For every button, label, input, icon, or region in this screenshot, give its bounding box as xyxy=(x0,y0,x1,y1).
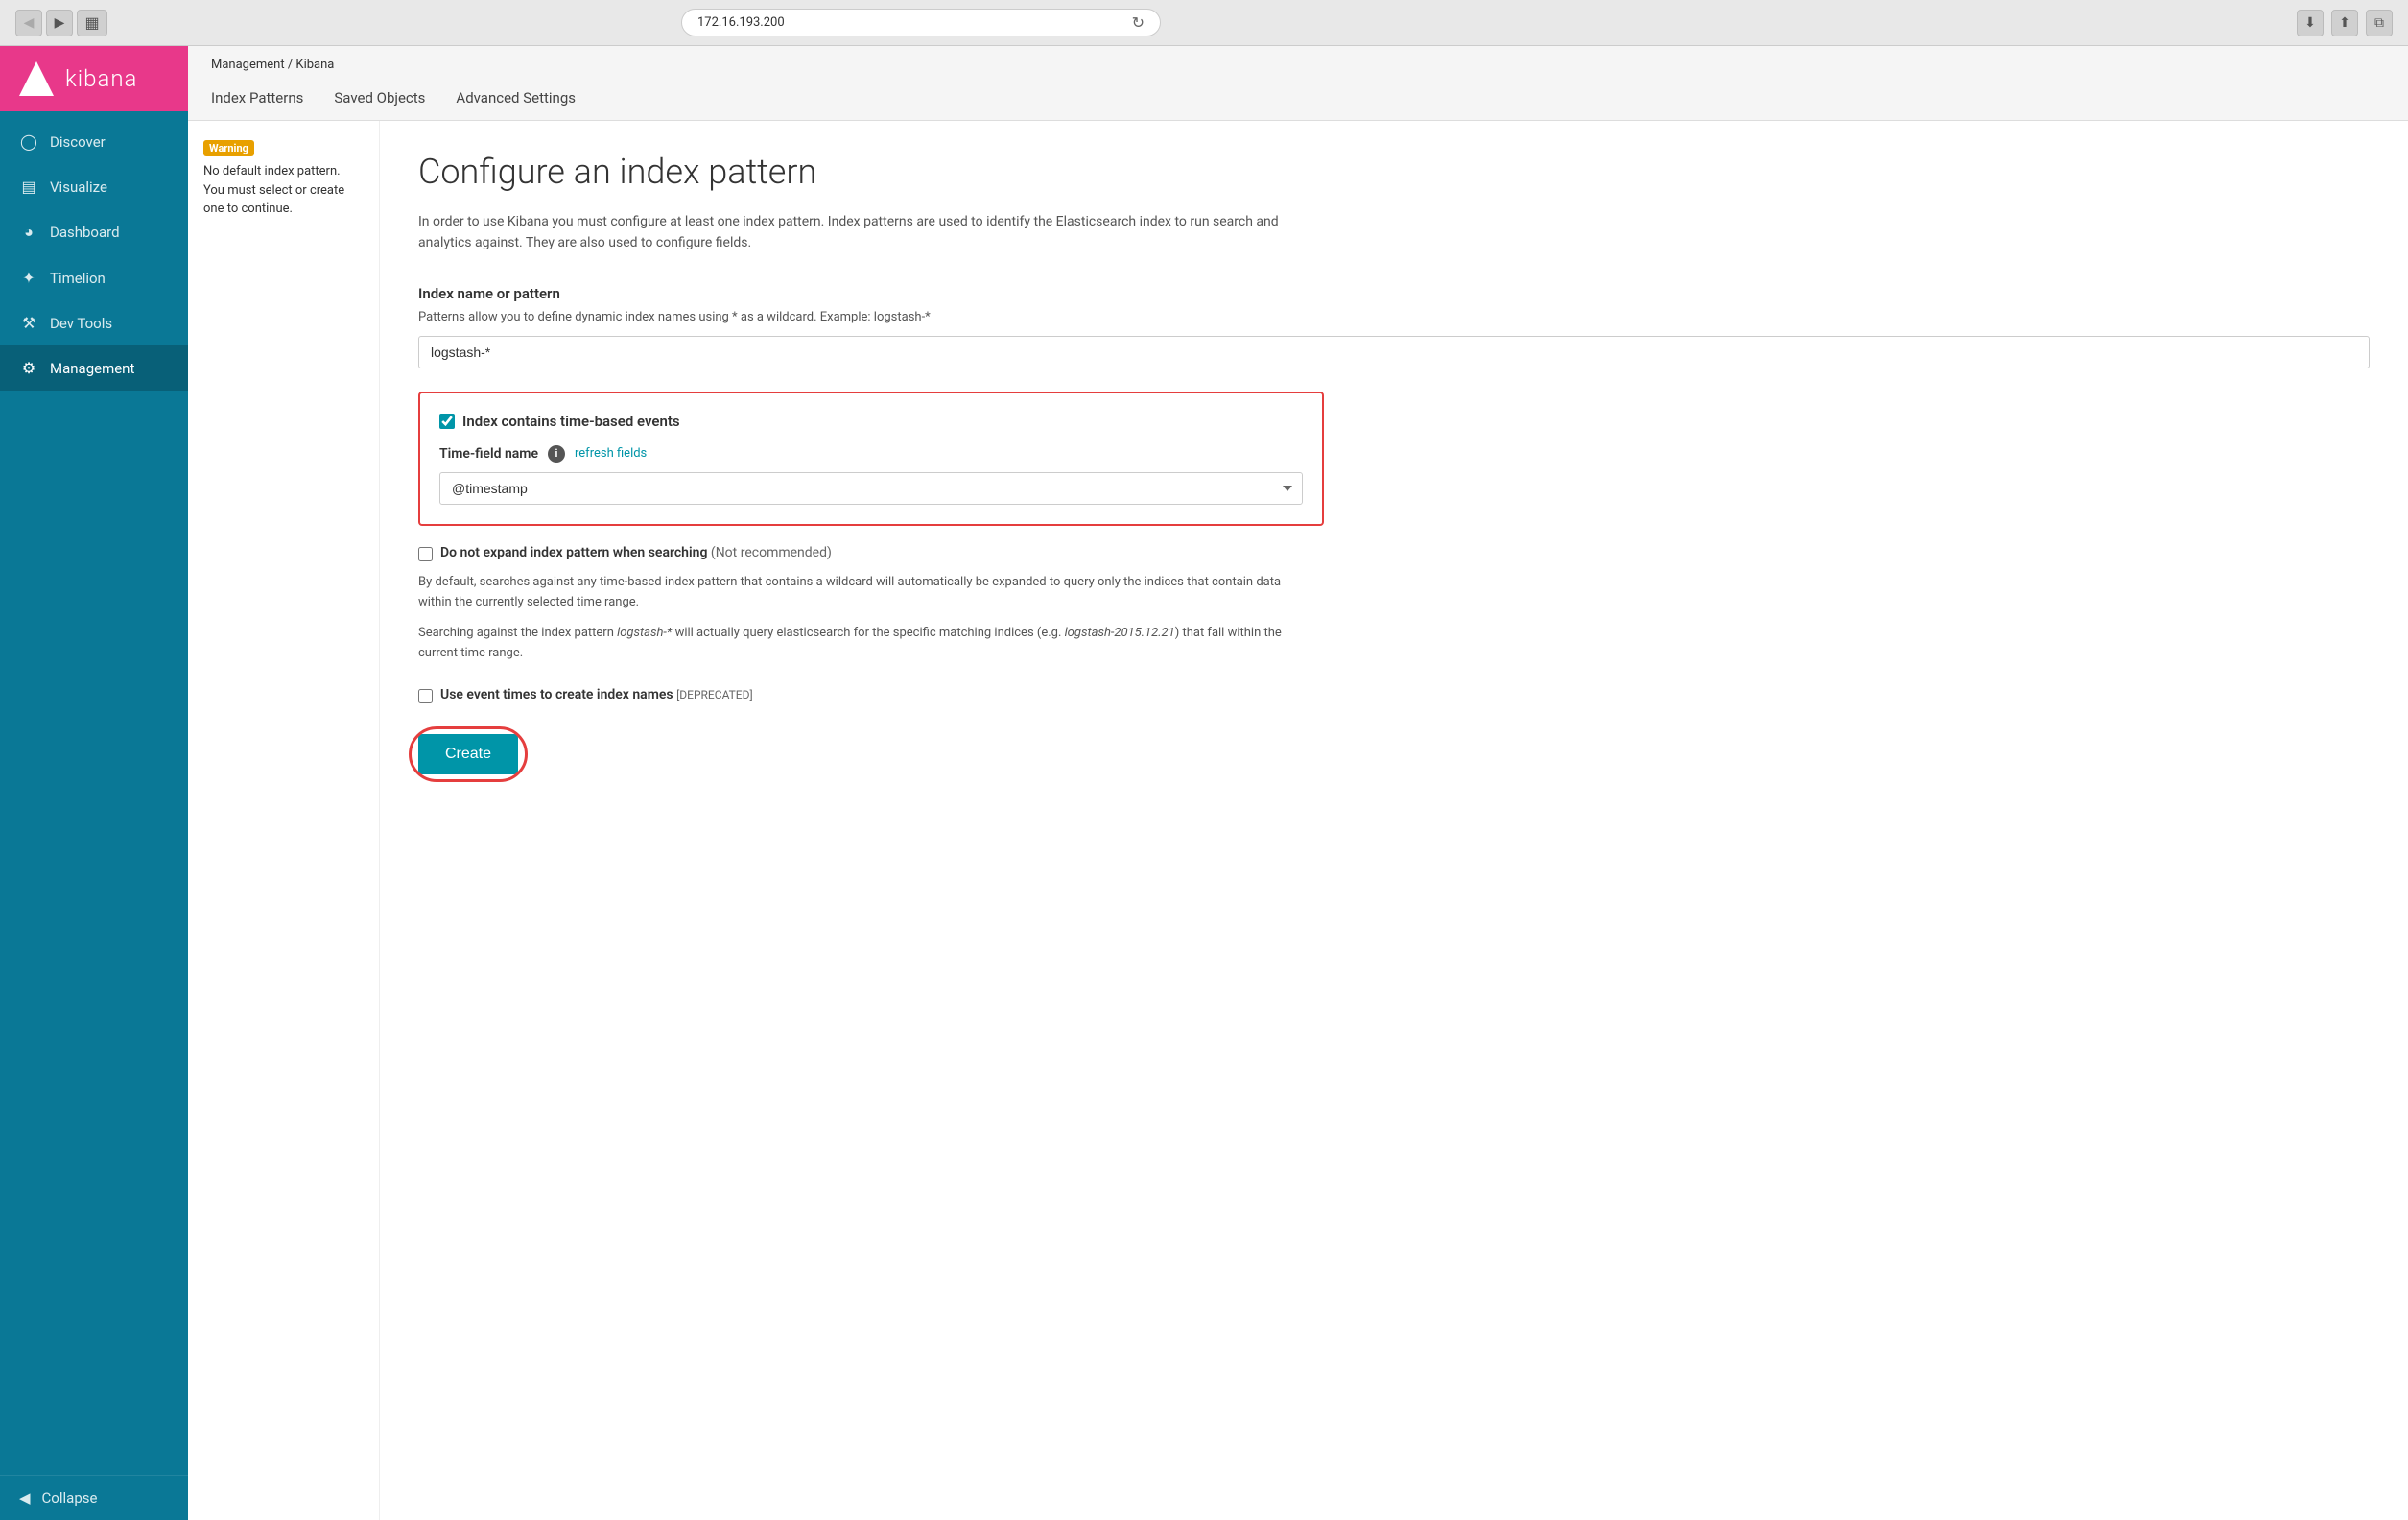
visualize-icon: ▤ xyxy=(19,178,38,196)
expand-desc-1: By default, searches against any time-ba… xyxy=(418,573,1282,613)
use-event-times-label: Use event times to create index names [D… xyxy=(440,687,753,702)
devtools-icon: ⚒ xyxy=(19,314,38,332)
management-icon: ⚙ xyxy=(19,359,38,377)
sidebar-item-timelion-label: Timelion xyxy=(50,270,106,287)
browser-nav-buttons: ◀ ▶ ▦ xyxy=(15,10,107,36)
create-button[interactable]: Create xyxy=(418,734,518,774)
kibana-logo-text: kibana xyxy=(65,65,137,92)
sidebar-navigation: ◯ Discover ▤ Visualize ◕ Dashboard ✦ Tim… xyxy=(0,111,188,1475)
breadcrumb-kibana[interactable]: Kibana xyxy=(295,58,334,72)
page-description: In order to use Kibana you must configur… xyxy=(418,211,1282,254)
index-name-section: Index name or pattern Patterns allow you… xyxy=(418,285,2370,368)
sidebar-item-visualize[interactable]: ▤ Visualize xyxy=(0,164,188,209)
back-button[interactable]: ◀ xyxy=(15,10,42,36)
top-navigation: Management / Kibana Index Patterns Saved… xyxy=(188,46,2408,121)
address-bar[interactable]: 172.16.193.200 ↻ xyxy=(681,9,1161,36)
create-button-wrapper: Create xyxy=(418,734,518,774)
expand-desc-2-start: Searching against the index pattern xyxy=(418,626,617,640)
index-name-title: Index name or pattern xyxy=(418,285,2370,302)
sidebar-item-discover-label: Discover xyxy=(50,133,106,151)
sidebar-toggle-button[interactable]: ▦ xyxy=(77,10,107,36)
index-pattern-input[interactable] xyxy=(418,336,2370,368)
time-field-label: Time-field name xyxy=(439,446,538,462)
browser-chrome: ◀ ▶ ▦ 172.16.193.200 ↻ ⬇ ⬆ ⧉ xyxy=(0,0,2408,46)
main-content: Management / Kibana Index Patterns Saved… xyxy=(188,46,2408,1520)
time-events-box: Index contains time-based events Time-fi… xyxy=(418,392,1324,526)
do-not-expand-row: Do not expand index pattern when searchi… xyxy=(418,545,2370,561)
sidebar-item-timelion[interactable]: ✦ Timelion xyxy=(0,255,188,300)
timelion-icon: ✦ xyxy=(19,269,38,287)
use-event-times-text: Use event times to create index names xyxy=(440,687,673,702)
expand-button[interactable]: ⧉ xyxy=(2366,10,2393,36)
form-area: Configure an index pattern In order to u… xyxy=(380,121,2408,1520)
sidebar: kibana ◯ Discover ▤ Visualize ◕ Dashboar… xyxy=(0,46,188,1520)
top-nav-tabs: Index Patterns Saved Objects Advanced Se… xyxy=(211,80,2385,120)
browser-right-buttons: ⬇ ⬆ ⧉ xyxy=(2297,10,2393,36)
use-event-times-row: Use event times to create index names [D… xyxy=(418,687,2370,703)
breadcrumb: Management / Kibana xyxy=(211,46,2385,80)
warning-text: No default index pattern. You must selec… xyxy=(203,162,364,219)
do-not-expand-text: Do not expand index pattern when searchi… xyxy=(440,545,707,560)
sidebar-item-dashboard-label: Dashboard xyxy=(50,224,120,241)
discover-icon: ◯ xyxy=(19,132,38,151)
refresh-button[interactable]: ↻ xyxy=(1132,13,1145,32)
tab-advanced-settings[interactable]: Advanced Settings xyxy=(456,80,576,121)
expand-desc-italic-1: logstash-* xyxy=(617,626,672,640)
share-button[interactable]: ⬆ xyxy=(2331,10,2358,36)
kibana-logo-icon xyxy=(19,61,54,96)
do-not-expand-checkbox[interactable] xyxy=(418,547,433,561)
not-recommended-text: (Not recommended) xyxy=(711,545,832,560)
warning-badge: Warning xyxy=(203,140,254,156)
tab-saved-objects[interactable]: Saved Objects xyxy=(334,80,425,121)
warning-sidebar: Warning No default index pattern. You mu… xyxy=(188,121,380,1520)
dashboard-icon: ◕ xyxy=(19,223,38,242)
app-container: kibana ◯ Discover ▤ Visualize ◕ Dashboar… xyxy=(0,46,2408,1520)
deprecated-label: [DEPRECATED] xyxy=(676,688,753,701)
sidebar-collapse-button[interactable]: ◀ Collapse xyxy=(0,1475,188,1520)
time-field-info-icon[interactable]: i xyxy=(548,445,565,463)
do-not-expand-label: Do not expand index pattern when searchi… xyxy=(440,545,832,560)
collapse-icon: ◀ xyxy=(19,1489,31,1507)
use-event-times-section: Use event times to create index names [D… xyxy=(418,687,2370,703)
expand-desc-italic-2: logstash-2015.12.21 xyxy=(1065,626,1175,640)
expand-desc-2: Searching against the index pattern logs… xyxy=(418,624,1282,664)
sidebar-item-management-label: Management xyxy=(50,360,134,377)
sidebar-item-management[interactable]: ⚙ Management xyxy=(0,345,188,391)
url-text: 172.16.193.200 xyxy=(697,15,785,30)
collapse-label: Collapse xyxy=(42,1489,98,1507)
index-name-desc: Patterns allow you to define dynamic ind… xyxy=(418,310,2370,324)
time-events-checkbox[interactable] xyxy=(439,414,455,429)
do-not-expand-section: Do not expand index pattern when searchi… xyxy=(418,545,2370,664)
time-events-checkbox-label[interactable]: Index contains time-based events xyxy=(439,413,1303,430)
page-content: Warning No default index pattern. You mu… xyxy=(188,121,2408,1520)
time-events-label: Index contains time-based events xyxy=(462,413,680,430)
sidebar-item-devtools-label: Dev Tools xyxy=(50,315,112,332)
time-field-row: Time-field name i refresh fields xyxy=(439,445,1303,463)
time-field-select[interactable]: @timestamp xyxy=(439,472,1303,505)
sidebar-item-visualize-label: Visualize xyxy=(50,178,107,196)
page-title: Configure an index pattern xyxy=(418,152,2370,192)
refresh-fields-link[interactable]: refresh fields xyxy=(575,446,647,461)
sidebar-item-discover[interactable]: ◯ Discover xyxy=(0,119,188,164)
expand-desc-2-mid: will actually query elasticsearch for th… xyxy=(672,626,1064,640)
tab-index-patterns[interactable]: Index Patterns xyxy=(211,80,303,121)
download-button[interactable]: ⬇ xyxy=(2297,10,2324,36)
sidebar-item-devtools[interactable]: ⚒ Dev Tools xyxy=(0,300,188,345)
breadcrumb-management[interactable]: Management xyxy=(211,58,285,72)
use-event-times-checkbox[interactable] xyxy=(418,689,433,703)
sidebar-logo: kibana xyxy=(0,46,188,111)
sidebar-item-dashboard[interactable]: ◕ Dashboard xyxy=(0,209,188,255)
forward-button[interactable]: ▶ xyxy=(46,10,73,36)
